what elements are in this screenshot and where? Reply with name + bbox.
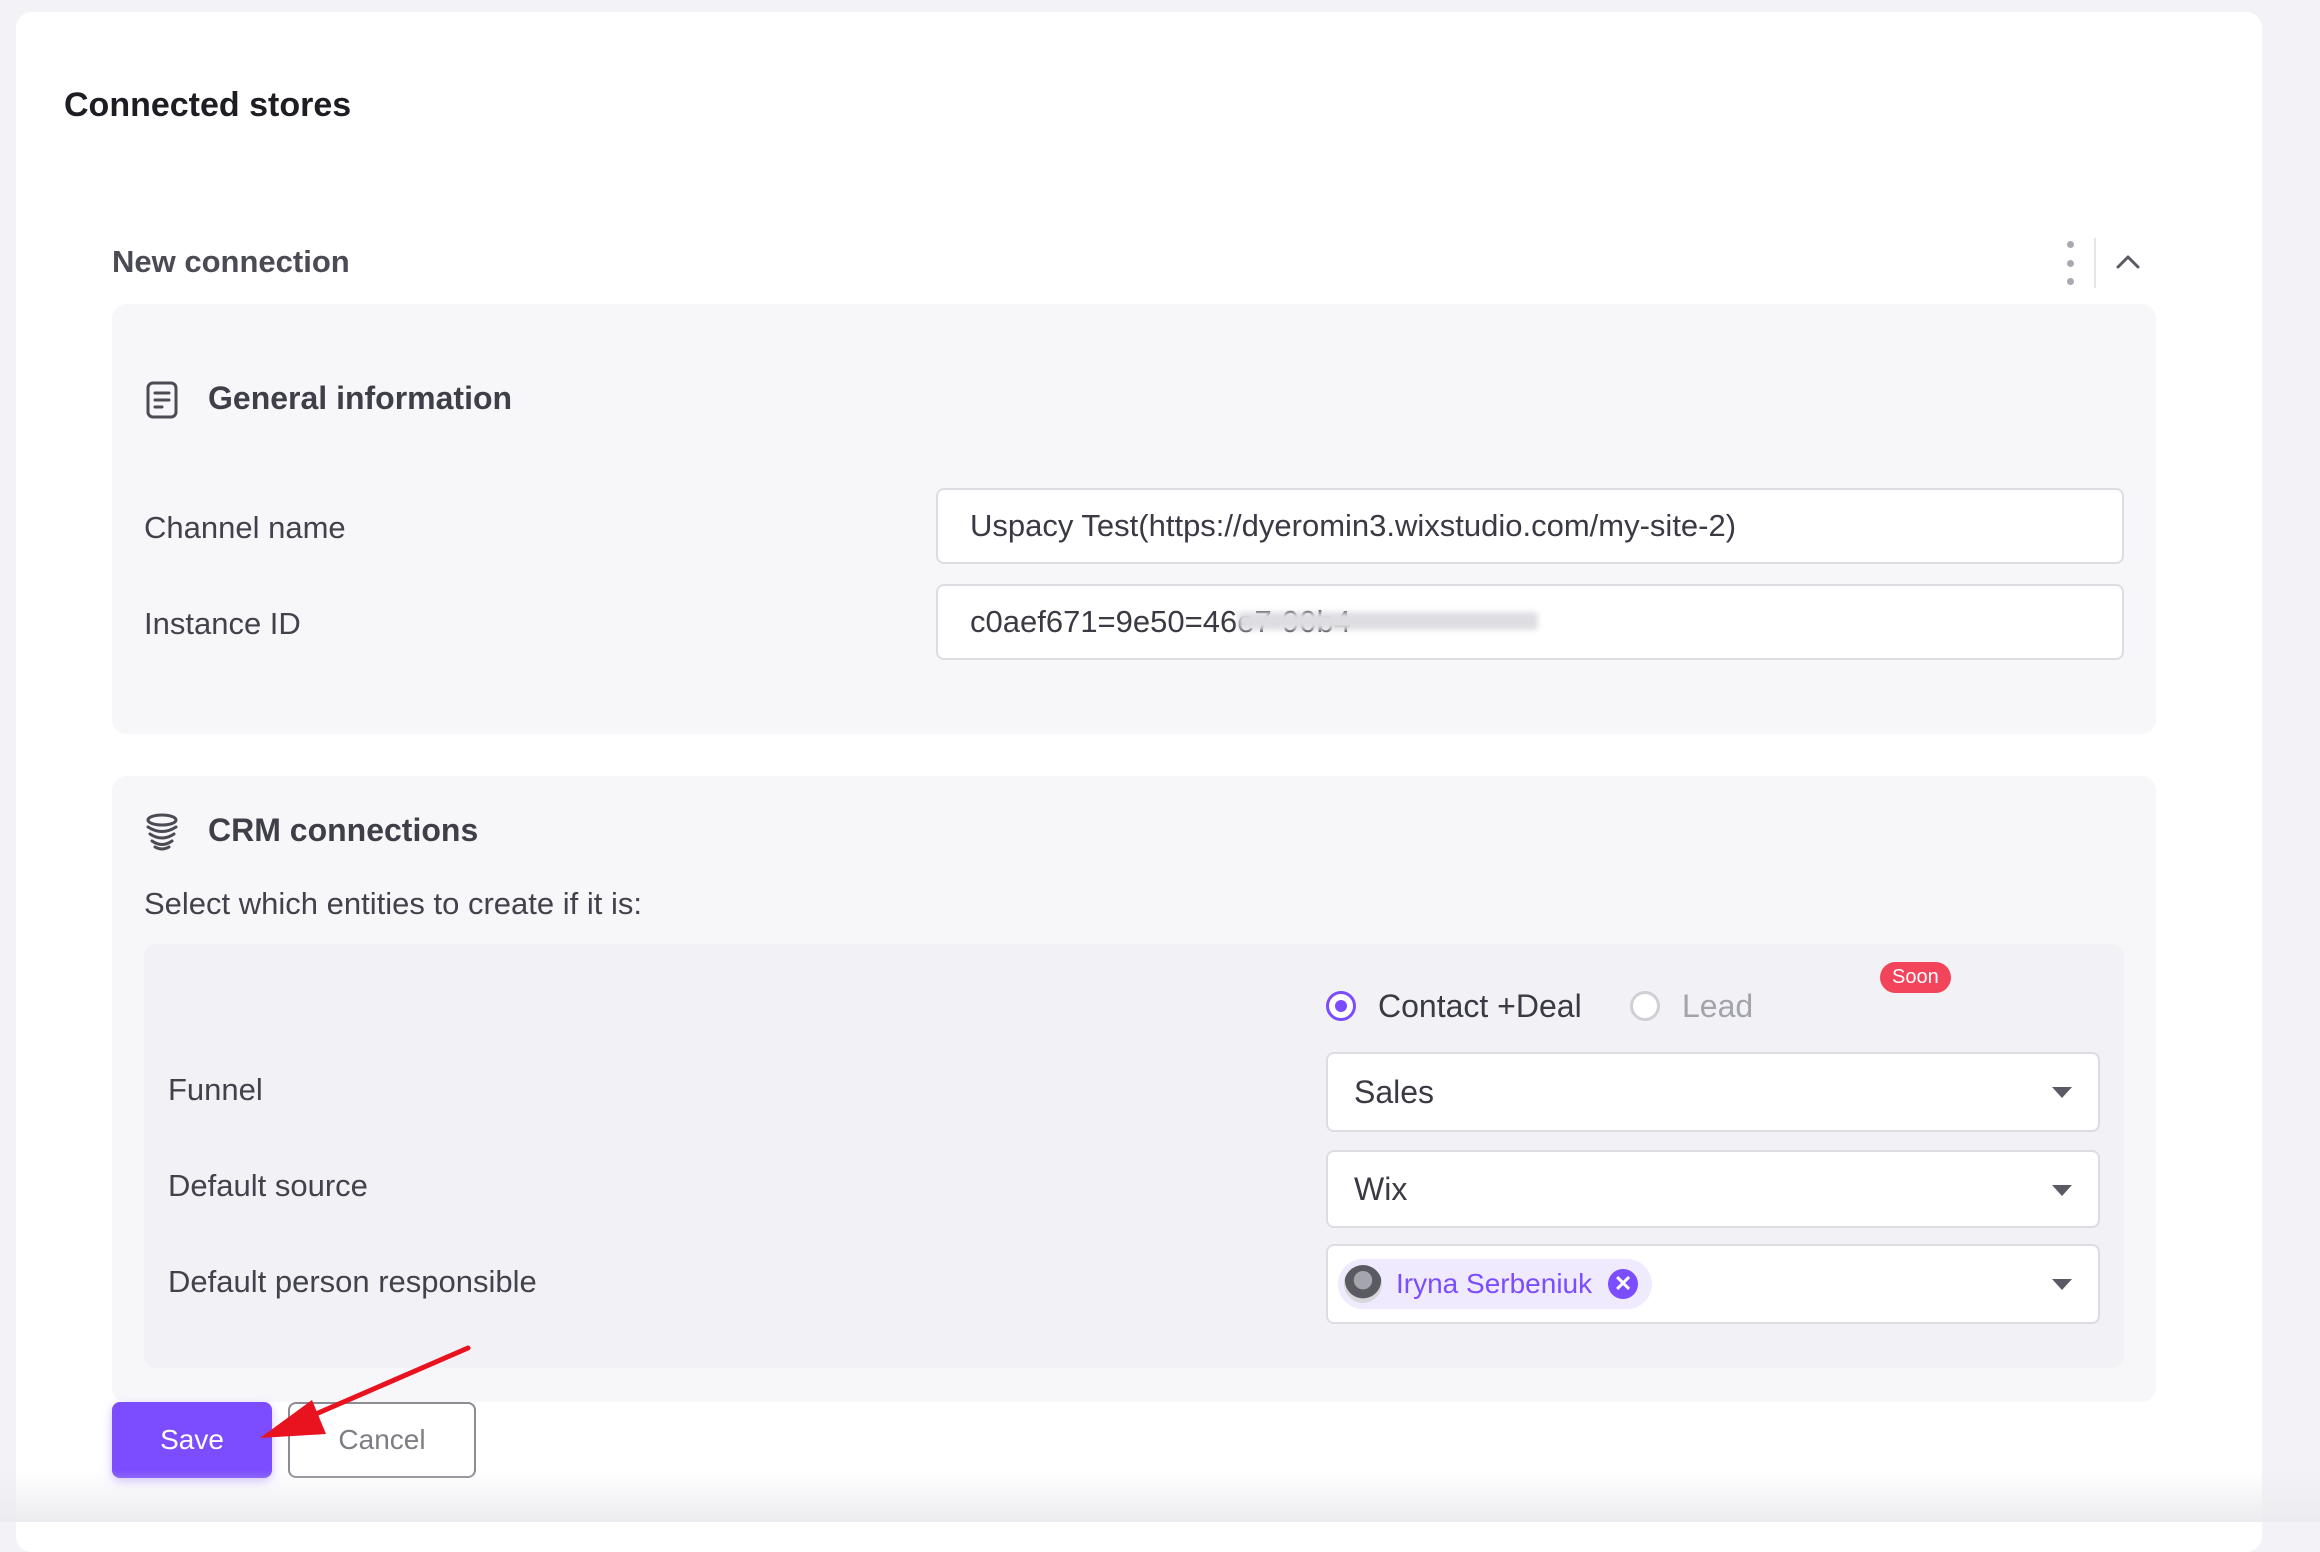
section-title: CRM connections <box>208 812 479 848</box>
document-icon <box>146 381 178 419</box>
instance-id-input[interactable]: c0aef671=9e50=46e7-90b4 <box>936 584 2124 660</box>
radio-contact-deal[interactable]: Contact +Deal <box>1326 978 1582 1034</box>
redacted-blur <box>1238 612 1538 630</box>
radio-lead[interactable]: Lead <box>1630 978 1753 1034</box>
default-person-select[interactable]: Iryna Serbeniuk ✕ <box>1326 1244 2100 1324</box>
radio-unselected-icon[interactable] <box>1630 991 1660 1021</box>
database-icon <box>146 813 178 851</box>
caret-down-icon <box>2052 1279 2072 1290</box>
entities-description: Select which entities to create if it is… <box>144 886 642 921</box>
default-source-label: Default source <box>168 1168 368 1203</box>
radio-label: Lead <box>1682 987 1754 1024</box>
general-information-section: General information Channel name Uspacy … <box>112 304 2156 734</box>
connection-title: New connection <box>112 244 350 279</box>
person-name: Iryna Serbeniuk <box>1396 1268 1593 1299</box>
default-person-label: Default person responsible <box>168 1264 537 1299</box>
caret-down-icon <box>2052 1087 2072 1098</box>
soon-badge: Soon <box>1880 962 1951 993</box>
channel-name-label: Channel name <box>144 510 346 545</box>
caret-down-icon <box>2052 1185 2072 1196</box>
radio-selected-icon[interactable] <box>1326 991 1356 1021</box>
avatar <box>1344 1265 1382 1303</box>
entities-panel: Contact +Deal Lead Soon Funnel Sales Def… <box>144 944 2124 1368</box>
section-title: General information <box>208 380 513 416</box>
header-divider <box>2094 238 2096 288</box>
channel-name-input[interactable]: Uspacy Test(https://dyeromin3.wixstudio.… <box>936 488 2124 564</box>
instance-id-label: Instance ID <box>144 606 301 641</box>
chevron-up-icon[interactable] <box>2110 246 2146 276</box>
funnel-value: Sales <box>1354 1073 1435 1110</box>
crm-connections-section: CRM connections Select which entities to… <box>112 776 2156 1402</box>
funnel-select[interactable]: Sales <box>1326 1052 2100 1132</box>
remove-person-icon[interactable]: ✕ <box>1608 1269 1639 1299</box>
page-title: Connected stores <box>64 86 352 124</box>
save-button[interactable]: Save <box>112 1402 272 1478</box>
more-options-icon[interactable] <box>2060 241 2080 285</box>
default-source-value: Wix <box>1354 1170 1408 1207</box>
default-source-select[interactable]: Wix <box>1326 1150 2100 1228</box>
funnel-label: Funnel <box>168 1072 263 1107</box>
bottom-fade <box>0 1470 2320 1522</box>
channel-name-value: Uspacy Test(https://dyeromin3.wixstudio.… <box>970 508 1737 543</box>
annotation-arrow <box>260 1345 471 1438</box>
radio-label: Contact +Deal <box>1378 987 1582 1024</box>
person-chip: Iryna Serbeniuk ✕ <box>1338 1259 1653 1309</box>
